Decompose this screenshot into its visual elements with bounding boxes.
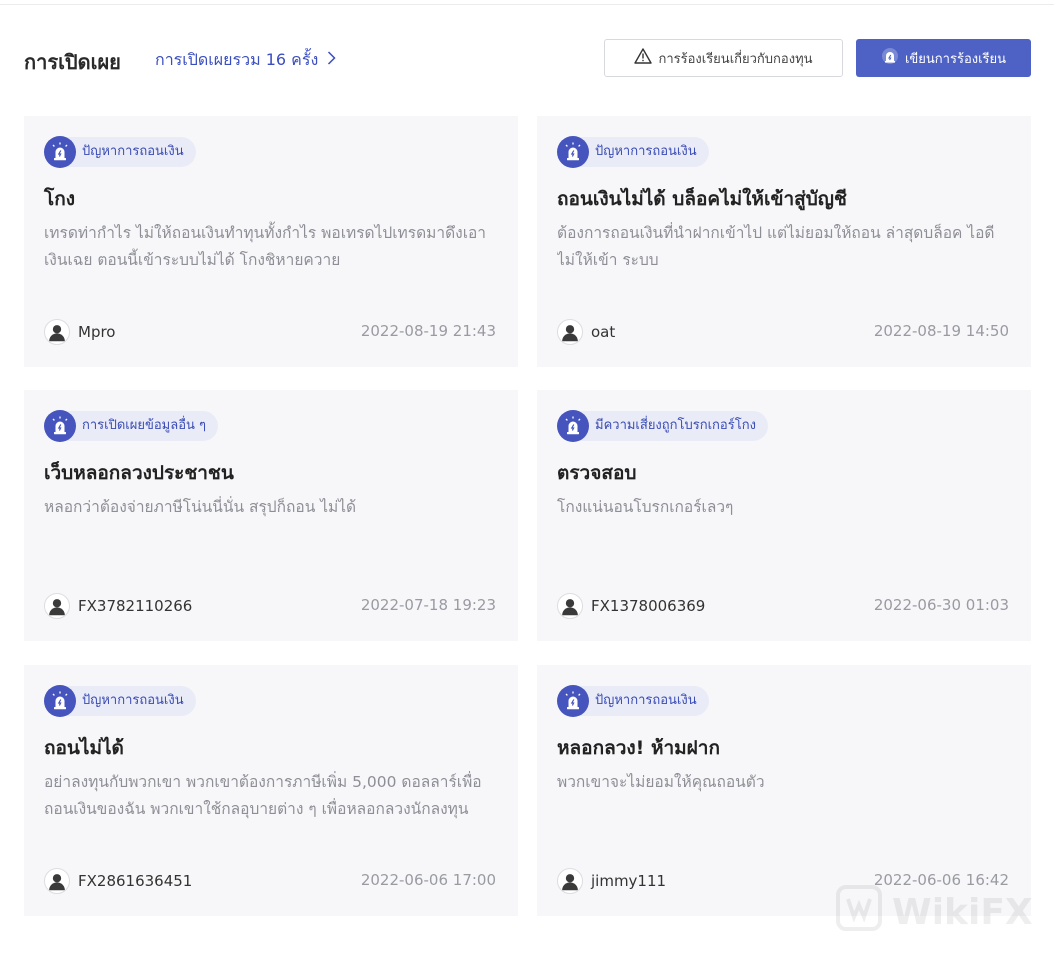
card-description: พวกเขาจะไม่ยอมให้คุณถอนตัว — [557, 773, 765, 791]
category-tag: ปัญหาการถอนเงิน — [557, 685, 709, 717]
alarm-icon — [557, 685, 589, 717]
write-complaint-button[interactable]: เขียนการร้องเรียน — [856, 39, 1031, 77]
avatar — [557, 593, 583, 619]
category-tag: ปัญหาการถอนเงิน — [44, 136, 196, 168]
warning-icon — [634, 48, 653, 68]
category-label: การเปิดเผยข้อมูลอื่น ๆ — [60, 411, 219, 441]
disclosure-card[interactable]: ปัญหาการถอนเงิน ถอนเงินไม่ได้ บล็อคไม่ให… — [537, 116, 1031, 367]
card-title: หลอกลวง! ห้ามฝาก — [557, 737, 720, 759]
avatar — [44, 593, 70, 619]
category-label: ปัญหาการถอนเงิน — [60, 686, 196, 716]
fund-complaint-button[interactable]: การร้องเรียนเกี่ยวกับกองทุน — [604, 39, 843, 77]
top-divider — [0, 4, 1054, 5]
category-tag: ปัญหาการถอนเงิน — [557, 136, 709, 168]
author: oat — [557, 318, 615, 346]
card-description: อย่าลงทุนกับพวกเขา พวกเขาต้องการภาษีเพิ่… — [44, 773, 482, 818]
author-name: FX3782110266 — [78, 597, 193, 615]
author-name: Mpro — [78, 323, 116, 341]
card-title: เว็บหลอกลวงประชาชน — [44, 462, 234, 484]
total-disclosures-label: การเปิดเผยรวม 16 ครั้ง — [155, 50, 319, 69]
watermark-text: WikiFX — [892, 891, 1033, 933]
watermark: WikiFX — [836, 884, 1046, 940]
post-date: 2022-08-19 21:43 — [360, 322, 496, 340]
author: jimmy111 — [557, 867, 666, 895]
disclosure-card[interactable]: การเปิดเผยข้อมูลอื่น ๆ เว็บหลอกลวงประชาช… — [24, 390, 518, 641]
post-date: 2022-07-18 19:23 — [360, 596, 496, 614]
post-date: 2022-06-06 17:00 — [360, 871, 496, 889]
post-date: 2022-06-30 01:03 — [873, 596, 1009, 614]
avatar — [44, 868, 70, 894]
avatar — [557, 319, 583, 345]
author: FX3782110266 — [44, 592, 192, 620]
post-date: 2022-08-19 14:50 — [873, 322, 1009, 340]
alarm-icon — [557, 136, 589, 168]
disclosure-card[interactable]: ปัญหาการถอนเงิน โกง เทรดท่ากำไร ไม่ให้ถอ… — [24, 116, 518, 367]
card-title: ถอนเงินไม่ได้ บล็อคไม่ให้เข้าสู่บัญชี — [557, 188, 847, 210]
page-title: การเปิดเผย — [24, 50, 121, 74]
total-disclosures-link[interactable]: การเปิดเผยรวม 16 ครั้ง — [155, 48, 336, 73]
card-description: โกงแน่นอนโบรกเกอร์เลวๆ — [557, 498, 734, 516]
alarm-icon — [44, 136, 76, 168]
card-description: หลอกว่าต้องจ่ายภาษีโน่นนี่นั่น สรุปก็ถอน… — [44, 498, 357, 516]
card-title: ถอนไม่ได้ — [44, 737, 124, 759]
author: FX2861636451 — [44, 867, 192, 895]
author: FX1378006369 — [557, 592, 705, 620]
disclosure-card[interactable]: มีความเสี่ยงถูกโบรกเกอร์โกง ตรวจสอบ โกงแ… — [537, 390, 1031, 641]
fund-complaint-label: การร้องเรียนเกี่ยวกับกองทุน — [658, 51, 813, 67]
category-label: ปัญหาการถอนเงิน — [573, 137, 709, 167]
alarm-icon — [881, 47, 899, 69]
alarm-icon — [44, 410, 76, 442]
card-title: โกง — [44, 188, 75, 210]
watermark-logo-icon — [836, 884, 882, 940]
category-label: มีความเสี่ยงถูกโบรกเกอร์โกง — [573, 411, 768, 441]
alarm-icon — [44, 685, 76, 717]
chevron-right-icon — [327, 50, 336, 69]
card-description: เทรดท่ากำไร ไม่ให้ถอนเงินทำทุนทั้งกำไร พ… — [44, 224, 487, 269]
category-label: ปัญหาการถอนเงิน — [573, 686, 709, 716]
author-name: jimmy111 — [591, 872, 667, 890]
author: Mpro — [44, 318, 115, 346]
write-complaint-label: เขียนการร้องเรียน — [904, 51, 1007, 67]
avatar — [44, 319, 70, 345]
avatar — [557, 868, 583, 894]
disclosure-card[interactable]: ปัญหาการถอนเงิน หลอกลวง! ห้ามฝาก พวกเขาจ… — [537, 665, 1031, 916]
alarm-icon — [557, 410, 589, 442]
author-name: FX2861636451 — [78, 872, 193, 890]
category-tag: ปัญหาการถอนเงิน — [44, 685, 196, 717]
author-name: FX1378006369 — [591, 597, 706, 615]
card-description: ต้องการถอนเงินที่นำฝากเข้าไป แต่ไม่ยอมให… — [557, 224, 995, 269]
page-header: การเปิดเผย การเปิดเผยรวม 16 ครั้ง การร้อ… — [24, 38, 1032, 80]
category-tag: การเปิดเผยข้อมูลอื่น ๆ — [44, 410, 219, 442]
author-name: oat — [591, 323, 616, 341]
category-label: ปัญหาการถอนเงิน — [60, 137, 196, 167]
card-title: ตรวจสอบ — [557, 462, 637, 484]
category-tag: มีความเสี่ยงถูกโบรกเกอร์โกง — [557, 410, 768, 442]
disclosure-card[interactable]: ปัญหาการถอนเงิน ถอนไม่ได้ อย่าลงทุนกับพว… — [24, 665, 518, 916]
